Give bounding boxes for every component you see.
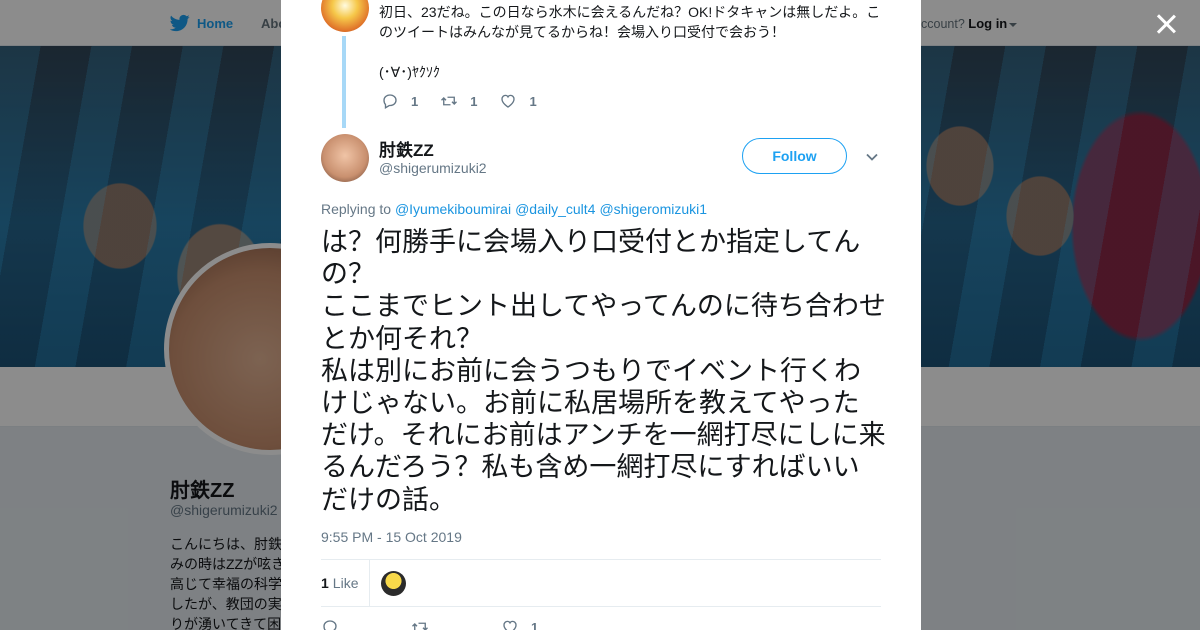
likes-count: 1 [321,575,329,591]
author-handle[interactable]: @shigerumizuki2 [379,160,487,176]
like-count: 1 [531,619,539,630]
parent-tweet-avatar[interactable] [321,0,369,32]
parent-like-button[interactable]: 1 [499,92,537,110]
tweet-timestamp[interactable]: 9:55 PM - 15 Oct 2019 [321,529,462,545]
chevron-down-icon[interactable] [865,150,879,164]
parent-reply-count: 1 [411,93,419,109]
likes-label: Like [332,575,359,591]
heart-icon [503,620,517,630]
parent-retweet-count: 1 [470,93,478,109]
replying-to: Replying to @Iyumekiboumirai @daily_cult4… [321,201,711,217]
author-avatar[interactable] [321,134,369,182]
retweet-button[interactable] [411,618,441,630]
mention-link[interactable]: @shigeromizuki1 [599,201,707,217]
divider [321,606,881,607]
like-button[interactable]: 1 [501,618,538,630]
liker-avatar[interactable] [381,571,406,596]
divider [369,560,370,606]
heart-icon [501,94,516,108]
mention-link[interactable]: @daily_cult4 [515,201,595,217]
close-icon[interactable] [1154,12,1178,36]
likes-row: 1 Like [321,560,881,606]
retweet-icon [412,622,428,630]
parent-tweet-kaomoji: (･∀･)ﾔｸｿｸ [379,64,440,80]
thread-connector-line [342,36,346,128]
replying-to-label: Replying to [321,201,392,217]
retweet-icon [441,96,458,106]
parent-tweet-text: 初日、23だね。この日なら水木に会えるんだね？OK!ドタキャンは無しだよ。このツ… [379,4,881,40]
reply-icon [323,620,337,630]
parent-like-count: 1 [529,93,537,109]
tweet-actions: 1 [321,618,598,630]
author-name[interactable]: 肘鉄ZZ [379,136,434,161]
reply-icon [383,94,397,109]
tweet-modal: 初日、23だね。この日なら水木に会えるんだね？OK!ドタキャンは無しだよ。このツ… [281,0,921,630]
reply-button[interactable] [321,618,351,630]
follow-button[interactable]: Follow [742,138,847,174]
tweet-text: は？何勝手に会場入り口受付とか指定してんの？ ここまでヒント出してやってんのに待… [321,227,886,515]
parent-tweet-actions: 1 1 1 [381,92,559,110]
parent-retweet-button[interactable]: 1 [440,92,477,110]
mention-link[interactable]: @Iyumekiboumirai [395,201,511,217]
likes-stat[interactable]: 1 Like [321,575,358,591]
parent-reply-button[interactable]: 1 [381,92,418,110]
